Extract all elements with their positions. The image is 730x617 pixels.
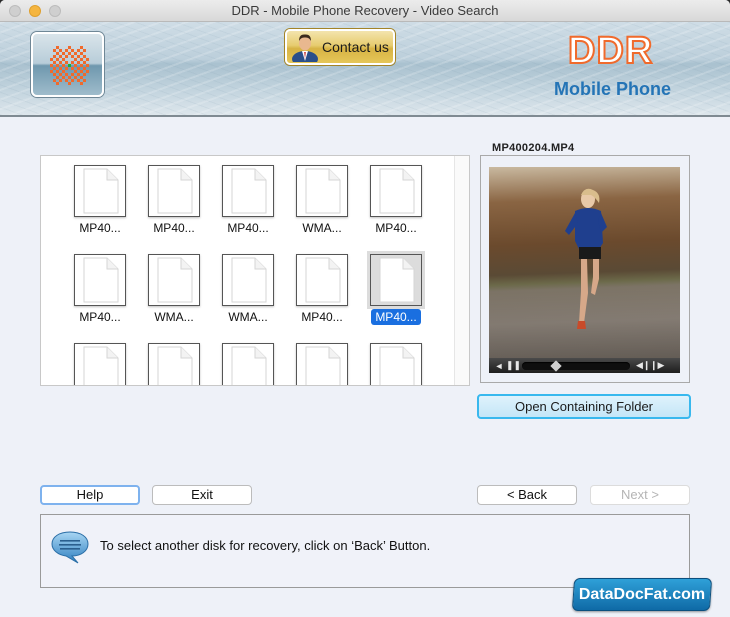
minimize-window-button[interactable]: [29, 5, 41, 17]
file-name-label: WMA...: [302, 221, 342, 235]
seek-knob[interactable]: [550, 359, 562, 372]
next-button: Next >: [590, 485, 690, 505]
file-name: MP40...: [65, 310, 135, 324]
file-icon: [74, 254, 126, 306]
file-item[interactable]: MP40...: [213, 165, 283, 245]
file-icon: [296, 165, 348, 217]
speech-bubble-icon: [51, 531, 89, 564]
file-item[interactable]: [65, 343, 135, 385]
grid-scrollbar[interactable]: [454, 156, 469, 385]
video-frame: [489, 167, 680, 358]
help-button[interactable]: Help: [40, 485, 140, 505]
logo-icon: [50, 46, 89, 85]
file-name-label: MP40...: [375, 221, 417, 235]
app-window: DDR - Mobile Phone Recovery - Video Sear…: [0, 0, 730, 617]
file-name: MP40...: [361, 309, 431, 325]
file-item[interactable]: [361, 343, 431, 385]
window-title: DDR - Mobile Phone Recovery - Video Sear…: [231, 3, 499, 18]
file-name: WMA...: [139, 310, 209, 324]
file-item[interactable]: [139, 343, 209, 385]
watermark-badge: DataDocFat.com: [571, 578, 713, 611]
seek-bar[interactable]: [522, 359, 630, 372]
video-player[interactable]: ◄ ❚❚ ◀❙ ❙▶: [489, 167, 680, 373]
file-name: MP40...: [139, 221, 209, 235]
file-name: MP40...: [65, 221, 135, 235]
file-item[interactable]: MP40...: [361, 165, 431, 245]
open-containing-folder-button[interactable]: Open Containing Folder: [477, 394, 691, 419]
file-name: MP40...: [361, 221, 431, 235]
file-name-label: WMA...: [154, 310, 194, 324]
file-icon: [148, 165, 200, 217]
file-icon: [370, 343, 422, 385]
file-name-label: MP40...: [371, 309, 421, 325]
recovered-files-grid: MP40... MP40... MP40... WMA... MP40... MP40..…: [40, 155, 470, 386]
file-item[interactable]: WMA...: [213, 254, 283, 334]
header-banner: Contact us DDR Mobile Phone: [0, 22, 730, 117]
file-icon: [74, 343, 126, 385]
file-icon: [222, 343, 274, 385]
file-item[interactable]: MP40...: [65, 165, 135, 245]
brand-title: DDR: [567, 29, 654, 73]
maximize-window-button[interactable]: [49, 5, 61, 17]
file-item[interactable]: [213, 343, 283, 385]
brand-subtitle: Mobile Phone: [554, 79, 671, 99]
file-icon: [296, 343, 348, 385]
file-icon: [222, 165, 274, 217]
file-icon: [370, 254, 422, 306]
video-controls: ◄ ❚❚ ◀❙ ❙▶: [489, 358, 680, 373]
file-name: MP40...: [213, 221, 283, 235]
file-icon: [74, 165, 126, 217]
file-icon: [148, 343, 200, 385]
preview-file-name: MP400204.MP4: [488, 142, 579, 154]
status-message: To select another disk for recovery, cli…: [100, 538, 431, 553]
app-logo: [31, 32, 104, 97]
file-name: WMA...: [213, 310, 283, 324]
file-name-label: MP40...: [227, 221, 269, 235]
watermark-text: DataDocFat.com: [578, 586, 706, 603]
status-panel: To select another disk for recovery, cli…: [40, 514, 690, 588]
close-window-button[interactable]: [9, 5, 21, 17]
file-item[interactable]: [287, 343, 357, 385]
file-item[interactable]: MP40...: [139, 165, 209, 245]
file-item[interactable]: MP40...: [65, 254, 135, 334]
file-name-label: MP40...: [153, 221, 195, 235]
contact-us-label: Contact us: [322, 39, 389, 55]
volume-icon[interactable]: ◄: [492, 361, 506, 371]
title-bar: DDR - Mobile Phone Recovery - Video Sear…: [0, 0, 730, 22]
file-item[interactable]: WMA...: [287, 165, 357, 245]
file-name-label: MP40...: [79, 310, 121, 324]
contact-us-button[interactable]: Contact us: [285, 29, 395, 65]
file-icon: [148, 254, 200, 306]
file-name: WMA...: [287, 221, 357, 235]
step-back-icon[interactable]: ◀❙: [636, 360, 650, 371]
file-name-label: MP40...: [301, 310, 343, 324]
exit-button[interactable]: Exit: [152, 485, 252, 505]
back-button[interactable]: < Back: [477, 485, 577, 505]
file-name-label: WMA...: [228, 310, 268, 324]
file-icon: [296, 254, 348, 306]
file-item[interactable]: WMA...: [139, 254, 209, 334]
file-item[interactable]: MP40...: [287, 254, 357, 334]
step-forward-icon[interactable]: ❙▶: [650, 360, 664, 371]
file-icon: [222, 254, 274, 306]
file-icon: [370, 165, 422, 217]
file-item[interactable]: MP40...: [361, 254, 431, 334]
support-person-icon: [292, 34, 318, 62]
video-preview-image: [565, 188, 607, 329]
pause-icon[interactable]: ❚❚: [506, 360, 521, 371]
file-name: MP40...: [287, 310, 357, 324]
file-name-label: MP40...: [79, 221, 121, 235]
